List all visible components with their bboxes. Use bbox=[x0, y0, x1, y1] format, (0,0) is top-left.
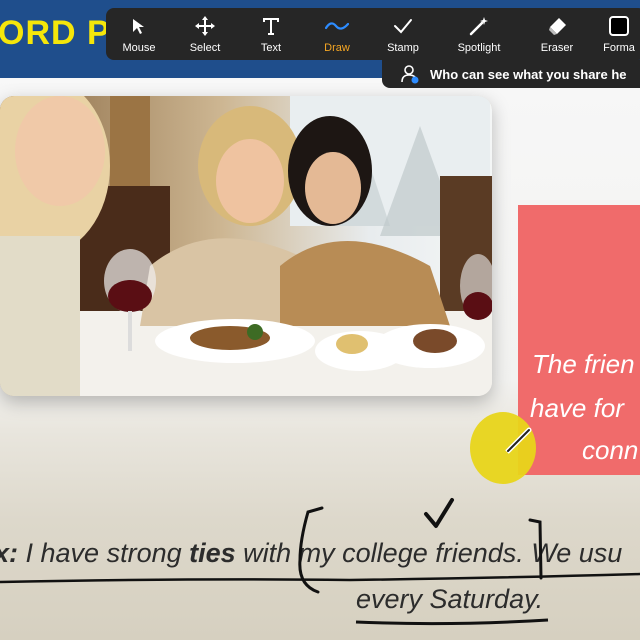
example-sentence-line-2: every Saturday. bbox=[356, 584, 544, 614]
presentation-slide: ORD P The frien have for conn: I have s… bbox=[0, 0, 640, 640]
tool-select[interactable]: Select bbox=[172, 8, 238, 60]
tool-label: Text bbox=[260, 42, 282, 54]
magic-wand-icon bbox=[466, 13, 492, 39]
tool-label: Eraser bbox=[540, 42, 574, 54]
tool-label: Forma bbox=[603, 42, 635, 54]
tool-stamp[interactable]: Stamp bbox=[370, 8, 436, 60]
note-line-1: The frien bbox=[532, 349, 635, 379]
note-text-box: The frien have for conn bbox=[518, 205, 640, 475]
friends-dinner-photo bbox=[0, 96, 492, 396]
example-bold-word: ties bbox=[189, 538, 236, 568]
example-text-before: I have strong bbox=[18, 538, 190, 568]
note-line-2: have for bbox=[530, 393, 624, 423]
person-viewer-icon bbox=[401, 65, 419, 84]
example-text-after: with my college friends. We usu bbox=[235, 538, 623, 568]
tool-mouse[interactable]: Mouse bbox=[106, 8, 172, 60]
tool-draw[interactable]: Draw bbox=[304, 8, 370, 60]
pen-cursor-icon bbox=[505, 427, 532, 454]
share-visibility-banner[interactable]: Who can see what you share he bbox=[382, 60, 640, 88]
format-square-icon bbox=[606, 13, 632, 39]
tool-eraser[interactable]: Eraser bbox=[522, 8, 592, 60]
example-sentence-line-1: x: I have strong ties with my college fr… bbox=[0, 538, 622, 569]
checkmark-icon bbox=[390, 13, 416, 39]
tool-spotlight[interactable]: Spotlight bbox=[436, 8, 522, 60]
cursor-arrow-icon bbox=[126, 13, 152, 39]
tool-label: Mouse bbox=[122, 42, 156, 54]
note-line-3: conn bbox=[582, 435, 639, 465]
tool-label: Stamp bbox=[387, 42, 419, 54]
slide-title: ORD P bbox=[0, 14, 111, 52]
tool-format[interactable]: Forma bbox=[592, 8, 640, 60]
eraser-icon bbox=[544, 13, 570, 39]
annotation-toolbar: Mouse Select Text Draw Stamp Spotlight E… bbox=[106, 8, 640, 60]
text-T-icon bbox=[258, 13, 284, 39]
tool-text[interactable]: Text bbox=[238, 8, 304, 60]
share-banner-text: Who can see what you share he bbox=[430, 66, 627, 82]
tool-label: Select bbox=[189, 42, 221, 54]
move-arrows-icon bbox=[192, 13, 218, 39]
wave-line-icon bbox=[324, 13, 350, 39]
example-prefix: x: bbox=[0, 538, 19, 568]
tool-label: Spotlight bbox=[457, 42, 501, 54]
tool-label: Draw bbox=[324, 42, 350, 54]
